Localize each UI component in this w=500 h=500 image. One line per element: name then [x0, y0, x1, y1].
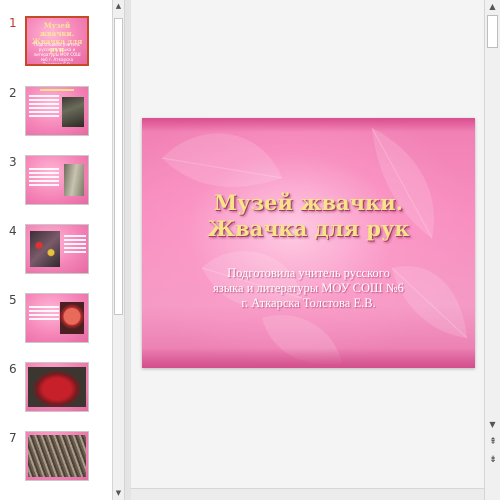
thumbnail-photo	[30, 231, 60, 267]
thumbnail-text	[29, 306, 59, 322]
thumbnail-preview[interactable]	[25, 86, 89, 136]
slide-subtitle-line-1: Подготовила учитель русского	[227, 266, 390, 280]
thumbnail-number: 3	[9, 155, 17, 169]
thumbnail-photo	[64, 164, 84, 196]
slide-editing-area[interactable]: Музей жвачки. Жвачка для рук Подготовила…	[131, 0, 484, 488]
thumbnail-text	[29, 168, 59, 188]
scroll-up-arrow-icon[interactable]: ▲	[485, 0, 500, 14]
next-slide-icon[interactable]: ⇟	[487, 454, 499, 466]
slide-subtitle-line-3: г. Аткарска Толстова Е.В.	[241, 296, 376, 310]
thumbnail-heading	[26, 89, 88, 92]
slide-title[interactable]: Музей жвачки. Жвачка для рук	[162, 190, 455, 242]
thumbnail-photo	[60, 302, 84, 334]
scroll-thumb[interactable]	[114, 18, 123, 315]
leaf-background-decoration	[161, 127, 468, 364]
thumbnail-slide-6[interactable]: 6	[0, 362, 112, 420]
thumbnail-slide-2[interactable]: 2	[0, 86, 112, 144]
thumbnail-preview[interactable]	[25, 362, 89, 412]
thumbnail-number: 5	[9, 293, 17, 307]
scroll-up-arrow-icon[interactable]: ▲	[113, 0, 124, 13]
thumbnail-slide-4[interactable]: 4	[0, 224, 112, 282]
thumbnail-number: 1	[9, 16, 17, 30]
thumbnail-photo	[28, 435, 86, 477]
thumbnail-slide-1[interactable]: 1 Музей жвачки. Жвачка для рук Подготови…	[0, 16, 112, 74]
thumbnail-preview[interactable]: Музей жвачки. Жвачка для рук Подготовила…	[25, 16, 89, 66]
thumbnail-preview[interactable]	[25, 293, 89, 343]
thumbnail-number: 6	[9, 362, 17, 376]
thumbnail-photo	[62, 97, 84, 127]
slide-thumbnail-pane[interactable]: 1 Музей жвачки. Жвачка для рук Подготови…	[0, 0, 112, 500]
scroll-down-arrow-icon[interactable]: ▼	[113, 487, 124, 500]
thumbnail-text	[64, 235, 86, 255]
horizontal-scroll-strip[interactable]	[131, 488, 484, 500]
slide-canvas[interactable]: Музей жвачки. Жвачка для рук Подготовила…	[142, 118, 475, 368]
thumbnail-number: 7	[9, 431, 17, 445]
thumbnail-preview[interactable]	[25, 431, 89, 481]
slide-bottom-band	[142, 348, 475, 368]
slide-subtitle-line-2: языка и литературы МОУ СОШ №6	[213, 281, 404, 295]
slide-title-line-2: Жвачка для рук	[207, 216, 410, 241]
slide-subtitle[interactable]: Подготовила учитель русского языка и лит…	[187, 266, 430, 311]
thumbnail-number: 4	[9, 224, 17, 238]
thumbnail-number: 2	[9, 86, 17, 100]
previous-slide-icon[interactable]: ⇞	[487, 436, 499, 448]
thumbnail-subtitle: Подготовила учитель русского языка и лит…	[33, 42, 81, 66]
thumbnail-photo	[28, 367, 86, 407]
thumbnail-slide-5[interactable]: 5	[0, 293, 112, 351]
scroll-down-arrow-icon[interactable]: ▼	[485, 418, 500, 432]
thumbnail-scrollbar[interactable]: ▲ ▼	[112, 0, 125, 500]
thumbnail-text	[29, 95, 59, 119]
slide-title-line-1: Музей жвачки.	[213, 190, 404, 215]
thumbnail-slide-7[interactable]: 7	[0, 431, 112, 489]
thumbnail-slide-3[interactable]: 3	[0, 155, 112, 213]
scroll-thumb[interactable]	[487, 15, 498, 48]
slide-scrollbar[interactable]: ▲ ▼ ⇞ ⇟	[484, 0, 500, 500]
thumbnail-preview[interactable]	[25, 224, 89, 274]
thumbnail-preview[interactable]	[25, 155, 89, 205]
